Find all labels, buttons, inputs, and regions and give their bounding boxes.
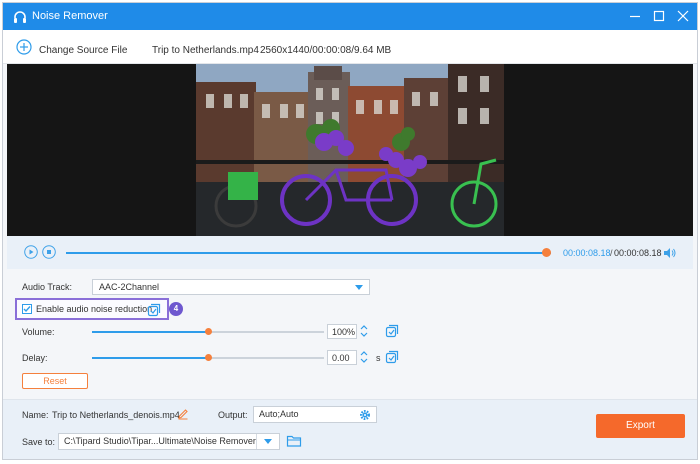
window-title: Noise Remover bbox=[32, 10, 108, 22]
source-file-name: Trip to Netherlands.mp4 bbox=[152, 45, 259, 56]
volume-input[interactable]: 100% bbox=[327, 324, 357, 339]
export-button[interactable]: Export bbox=[596, 414, 685, 438]
audio-track-label: Audio Track: bbox=[22, 282, 73, 292]
maximize-icon[interactable] bbox=[649, 7, 669, 25]
video-frame-image bbox=[196, 64, 504, 236]
edit-pencil-icon[interactable] bbox=[177, 408, 189, 420]
copy-settings-icon[interactable] bbox=[385, 324, 399, 338]
progress-knob[interactable] bbox=[542, 248, 552, 257]
output-bar: Name: Trip to Netherlands_denois.mp4 Out… bbox=[3, 399, 697, 459]
copy-settings-icon[interactable] bbox=[385, 350, 399, 364]
volume-label: Volume: bbox=[22, 327, 55, 337]
noise-remover-window: Noise Remover Change Source File Trip to… bbox=[2, 2, 698, 460]
volume-slider-knob[interactable] bbox=[205, 328, 212, 335]
output-file-name: Trip to Netherlands_denois.mp4 bbox=[52, 410, 180, 420]
delay-input[interactable]: 0.00 bbox=[327, 350, 357, 365]
reset-button[interactable]: Reset bbox=[22, 373, 88, 389]
close-icon[interactable] bbox=[673, 7, 693, 25]
play-icon[interactable] bbox=[24, 245, 38, 259]
output-format-field[interactable]: Auto;Auto bbox=[253, 406, 377, 423]
headphones-icon bbox=[14, 11, 26, 23]
chevron-down-icon bbox=[264, 439, 272, 444]
file-toolbar: Change Source File Trip to Netherlands.m… bbox=[3, 30, 697, 64]
time-separator: / bbox=[610, 248, 613, 258]
delay-label: Delay: bbox=[22, 353, 48, 363]
video-preview bbox=[7, 64, 693, 236]
delay-slider-knob[interactable] bbox=[205, 354, 212, 361]
save-path-dropdown[interactable] bbox=[256, 434, 279, 449]
folder-icon[interactable] bbox=[286, 434, 302, 448]
noise-reduction-checkbox[interactable] bbox=[22, 304, 32, 314]
output-format-value: Auto;Auto bbox=[259, 409, 299, 419]
checkmark-icon bbox=[23, 306, 31, 313]
save-to-label: Save to: bbox=[22, 437, 56, 447]
delay-unit: s bbox=[376, 353, 381, 363]
progress-track[interactable] bbox=[66, 252, 551, 254]
title-bar: Noise Remover bbox=[3, 3, 697, 30]
total-time: 00:00:08.18 bbox=[614, 248, 662, 258]
stop-icon[interactable] bbox=[42, 245, 56, 259]
delay-stepper[interactable] bbox=[359, 349, 369, 365]
delay-value: 0.00 bbox=[332, 353, 350, 363]
playback-controls: 00:00:08.18 / 00:00:08.18 bbox=[7, 236, 693, 269]
add-circle-icon[interactable] bbox=[16, 39, 32, 55]
chevron-down-icon bbox=[355, 285, 363, 290]
volume-icon[interactable] bbox=[662, 246, 676, 260]
current-time: 00:00:08.18 bbox=[563, 248, 611, 258]
minimize-icon[interactable] bbox=[625, 7, 645, 25]
copy-settings-icon[interactable] bbox=[147, 303, 161, 317]
noise-reduction-label[interactable]: Enable audio noise reduction bbox=[36, 304, 152, 314]
gear-icon[interactable] bbox=[359, 409, 371, 421]
change-source-button[interactable]: Change Source File bbox=[39, 45, 127, 56]
output-label: Output: bbox=[218, 410, 248, 420]
step-badge: 4 bbox=[169, 302, 183, 316]
audio-track-value: AAC-2Channel bbox=[99, 282, 160, 292]
volume-stepper[interactable] bbox=[359, 323, 369, 339]
name-label: Name: bbox=[22, 410, 49, 420]
volume-value: 100% bbox=[332, 327, 356, 337]
volume-slider-fill bbox=[92, 331, 208, 333]
audio-track-select[interactable]: AAC-2Channel bbox=[92, 279, 370, 295]
delay-slider-fill bbox=[92, 357, 208, 359]
save-path-field[interactable]: C:\Tipard Studio\Tipar...Ultimate\Noise … bbox=[58, 433, 280, 450]
save-path-value: C:\Tipard Studio\Tipar...Ultimate\Noise … bbox=[64, 436, 256, 446]
noise-settings-panel: Audio Track: AAC-2Channel Enable audio n… bbox=[3, 269, 697, 399]
source-file-info: 2560x1440/00:00:08/9.64 MB bbox=[260, 45, 392, 56]
